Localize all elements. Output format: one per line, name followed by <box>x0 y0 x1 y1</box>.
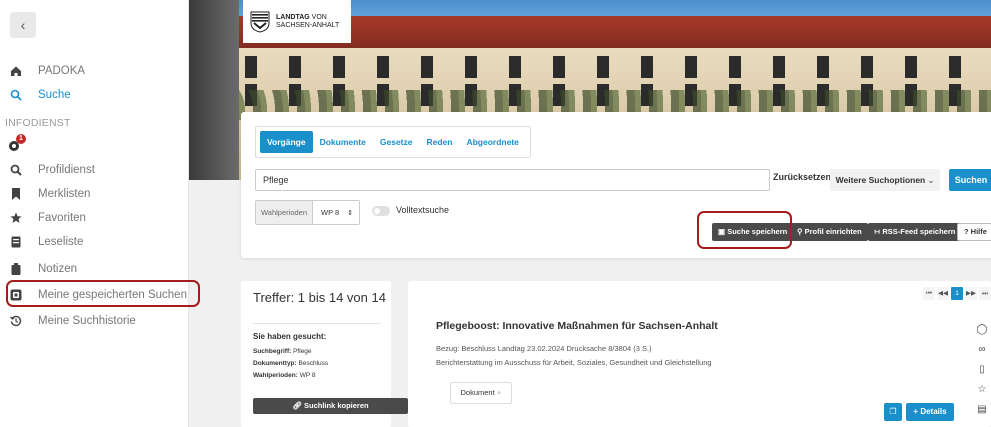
searched-heading: Sie haben gesucht: <box>253 332 327 341</box>
sidebar-item-label: Profildienst <box>38 164 95 176</box>
more-options-dropdown[interactable]: Weitere Suchoptionen ⌄ <box>830 169 940 191</box>
sidebar-item-label: Merklisten <box>38 188 91 200</box>
setup-profile-button[interactable]: ⚲ Profil einrichten <box>791 223 868 241</box>
sidebar-item-suchhistorie[interactable]: Meine Suchhistorie <box>0 309 189 333</box>
fulltext-toggle[interactable] <box>372 206 390 216</box>
highlight-saved-searches <box>6 280 200 307</box>
details-button[interactable]: + Details <box>906 403 954 421</box>
result-reference: Bezug: Beschluss Landtag 23.02.2024 Druc… <box>436 344 652 353</box>
notification-badge: 1 <box>16 134 26 144</box>
search-icon <box>8 89 24 101</box>
sidebar-item-label: Favoriten <box>38 212 86 224</box>
star-icon[interactable]: ☆ <box>975 384 989 395</box>
book-icon <box>8 236 24 248</box>
note-icon <box>8 263 24 275</box>
chevron-down-icon: ⌄ <box>927 176 935 185</box>
sidebar-item-label: Meine Suchhistorie <box>38 315 136 327</box>
sidebar-collapse-button[interactable]: ‹ <box>10 12 36 38</box>
result-description: Berichterstattung im Ausschuss für Arbei… <box>436 358 712 367</box>
logo-text-line2: SACHSEN-ANHALT <box>276 21 340 29</box>
page-first[interactable]: ⏮ <box>923 287 935 300</box>
criteria-line: Wahlperioden: WP 8 <box>253 372 316 379</box>
search-button[interactable]: Suchen <box>949 169 991 191</box>
save-rss-button[interactable]: ∺ RSS-Feed speichern <box>868 223 962 241</box>
page-prev[interactable]: ◀◀ <box>937 287 949 300</box>
results-summary: Treffer: 1 bis 14 von 14 Sie haben gesuc… <box>241 281 408 427</box>
document-chip[interactable]: Dokument ∘ <box>450 382 512 404</box>
sidebar-item-profildienst[interactable]: Profildienst <box>0 158 189 182</box>
sidebar-item-favoriten[interactable]: Favoriten <box>0 206 189 230</box>
chevron-left-icon: ‹ <box>20 17 26 33</box>
logo-text-line1: LANDTAG <box>276 13 310 21</box>
sidebar: ‹ PADOKA Suche INFODIENST 1 Profildienst… <box>0 0 200 427</box>
sidebar-item-merklisten[interactable]: Merklisten <box>0 182 189 206</box>
book-icon[interactable]: ▤ <box>975 404 989 415</box>
period-select[interactable]: Wahlperioden WP 8 ⇕ <box>255 200 361 225</box>
more-options-label: Weitere Suchoptionen <box>835 175 926 185</box>
help-button[interactable]: ? Hilfe <box>957 223 991 241</box>
attachment-icon: ∘ <box>496 388 502 397</box>
pagination: ⏮ ◀◀ 1 ▶▶ ⏭ <box>923 287 991 300</box>
bookmark-icon <box>8 188 24 200</box>
fulltext-label: Volltextsuche <box>396 205 450 215</box>
bookmark-icon[interactable]: ▯ <box>975 364 989 375</box>
copy-button[interactable]: ❐ <box>884 403 902 421</box>
sidebar-item-notizen[interactable]: Notizen <box>0 257 189 281</box>
coat-of-arms-icon <box>250 11 270 33</box>
tab-vorgaenge[interactable]: Vorgänge <box>260 131 313 153</box>
tab-reden[interactable]: Reden <box>419 131 459 153</box>
highlight-save-search <box>697 211 792 249</box>
sidebar-item-padoka[interactable]: PADOKA <box>0 59 189 83</box>
zoom-icon <box>8 164 24 176</box>
notification-bell[interactable]: 1 <box>8 134 26 154</box>
page-1[interactable]: 1 <box>951 287 963 300</box>
divider <box>253 323 381 324</box>
hero-tower <box>189 0 239 180</box>
result-title[interactable]: Pflegeboost: Innovative Maßnahmen für Sa… <box>436 320 718 332</box>
logo-text-line1b: VON <box>311 13 327 21</box>
period-label: Wahlperioden <box>256 201 313 224</box>
tab-gesetze[interactable]: Gesetze <box>373 131 420 153</box>
page-next[interactable]: ▶▶ <box>965 287 977 300</box>
rss-icon: ∺ <box>874 227 881 236</box>
copy-icon: ❐ <box>889 407 897 416</box>
sidebar-item-label: Leseliste <box>38 236 84 248</box>
tab-abgeordnete[interactable]: Abgeordnete <box>459 131 525 153</box>
sidebar-item-suche[interactable]: Suche <box>0 83 189 107</box>
search-input[interactable]: Pflege <box>255 169 770 191</box>
reset-button[interactable]: Zurücksetzen <box>773 172 831 182</box>
period-value: WP 8 <box>321 208 340 217</box>
criteria-line: Dokumenttyp: Beschluss <box>253 360 329 367</box>
criteria-line: Suchbegriff: Pflege <box>253 348 312 355</box>
check-circle-icon[interactable]: ◯ <box>975 324 989 335</box>
section-label-infodienst: INFODIENST <box>5 117 71 129</box>
history-icon <box>8 315 24 327</box>
link-icon: 🔗︎ <box>292 401 302 410</box>
sidebar-item-label: Suche <box>38 89 71 101</box>
results-count: Treffer: 1 bis 14 von 14 <box>253 290 386 305</box>
sidebar-item-label: PADOKA <box>38 65 86 77</box>
search-tabs: Vorgänge Dokumente Gesetze Reden Abgeord… <box>255 126 531 158</box>
copy-search-link-button[interactable]: 🔗︎ Suchlink kopieren <box>253 398 408 414</box>
page-last[interactable]: ⏭ <box>979 287 991 300</box>
sidebar-item-leseliste[interactable]: Leseliste <box>0 230 189 254</box>
result-item: ⏮ ◀◀ 1 ▶▶ ⏭ Pflegeboost: Innovative Maßn… <box>408 281 991 427</box>
tab-dokumente[interactable]: Dokumente <box>313 131 373 153</box>
star-icon <box>8 212 24 224</box>
link-icon[interactable]: ∞ <box>975 344 989 355</box>
sidebar-item-label: Notizen <box>38 263 77 275</box>
search-panel: Vorgänge Dokumente Gesetze Reden Abgeord… <box>241 112 991 258</box>
zoom-icon: ⚲ <box>797 227 803 236</box>
home-icon <box>8 65 24 77</box>
landtag-logo[interactable]: LANDTAG VON SACHSEN-ANHALT <box>243 0 351 43</box>
select-arrows-icon: ⇕ <box>347 209 354 217</box>
